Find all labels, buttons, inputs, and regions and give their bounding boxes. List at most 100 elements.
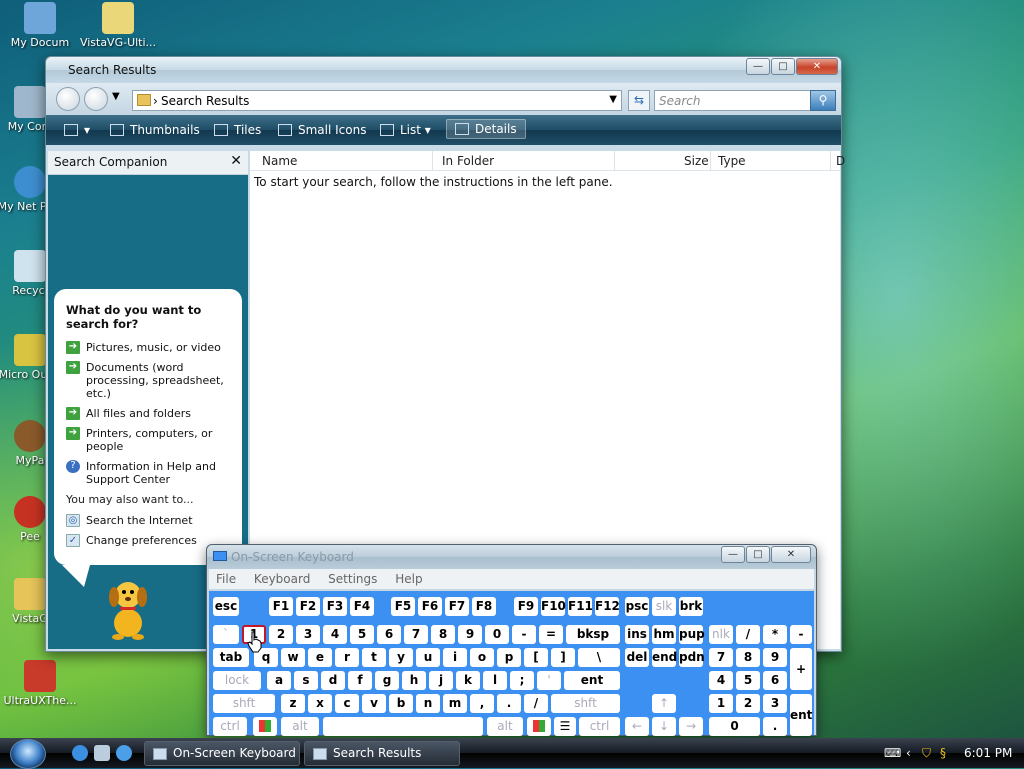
minimize-button[interactable]: — <box>746 58 770 75</box>
key[interactable]: n <box>416 694 440 713</box>
key[interactable]: v <box>362 694 386 713</box>
option-change-preferences[interactable]: ✓ Change preferences <box>66 534 230 547</box>
menu-file[interactable]: File <box>216 572 236 586</box>
key[interactable]: . <box>763 717 787 736</box>
taskbar-button-on-screen-keyboard[interactable]: On-Screen Keyboard <box>144 741 300 766</box>
key[interactable]: o <box>470 648 494 667</box>
windows-key[interactable] <box>527 717 551 736</box>
title-bar[interactable]: Search Results — □ ✕ <box>46 57 841 83</box>
osk-close-button[interactable]: ✕ <box>771 546 811 563</box>
search-input[interactable]: Search <box>654 90 836 111</box>
column-size[interactable]: Size <box>684 154 709 168</box>
key[interactable]: ent <box>564 671 620 690</box>
address-field[interactable]: › Search Results ▼ <box>132 90 622 111</box>
key[interactable]: / <box>736 625 760 644</box>
key[interactable]: z <box>281 694 305 713</box>
key[interactable]: ctrl <box>213 717 247 736</box>
key[interactable]: i <box>443 648 467 667</box>
key[interactable]: p <box>497 648 521 667</box>
menu-keyboard[interactable]: Keyboard <box>254 572 310 586</box>
close-button[interactable]: ✕ <box>796 58 838 75</box>
key[interactable]: pdn <box>679 648 705 667</box>
key[interactable]: F12 <box>595 597 620 616</box>
key[interactable]: tab <box>213 648 249 667</box>
history-dropdown-icon[interactable]: ▼ <box>112 91 120 102</box>
search-icon[interactable]: ⚲ <box>810 90 836 111</box>
key[interactable]: - <box>512 625 536 644</box>
key[interactable]: F5 <box>391 597 415 616</box>
column-date[interactable]: D <box>836 154 845 168</box>
key[interactable]: ` <box>213 625 239 644</box>
osk-minimize-button[interactable]: — <box>721 546 745 563</box>
key[interactable]: 8 <box>736 648 760 667</box>
key[interactable]: ctrl <box>579 717 620 736</box>
key[interactable]: * <box>763 625 787 644</box>
key[interactable]: , <box>470 694 494 713</box>
key[interactable]: del <box>625 648 649 667</box>
desktop-icon-ultraux[interactable]: UltraUXThe... <box>0 660 80 708</box>
option-help[interactable]: ? Information in Help and Support Center <box>66 460 230 486</box>
key[interactable]: 1 <box>709 694 733 713</box>
refresh-icon[interactable]: ⇆ <box>628 90 650 111</box>
key[interactable]: + <box>790 648 812 690</box>
key[interactable]: ' <box>537 671 561 690</box>
clock[interactable]: 6:01 PM <box>964 746 1012 760</box>
key[interactable]: 0 <box>485 625 509 644</box>
address-dropdown-icon[interactable]: ▼ <box>609 94 617 105</box>
key[interactable]: b <box>389 694 413 713</box>
desktop-icon-vistavg[interactable]: VistaVG-Ulti... <box>78 2 158 50</box>
forward-button[interactable] <box>84 87 108 111</box>
option-all-files[interactable]: ➔ All files and folders <box>66 407 230 420</box>
key[interactable]: [ <box>524 648 548 667</box>
key[interactable]: ; <box>510 671 534 690</box>
key[interactable]: 6 <box>763 671 787 690</box>
key[interactable]: 5 <box>736 671 760 690</box>
option-printers[interactable]: ➔ Printers, computers, or people <box>66 427 230 453</box>
key[interactable]: k <box>456 671 480 690</box>
column-name[interactable]: Name <box>262 154 297 168</box>
menu-settings[interactable]: Settings <box>328 572 377 586</box>
osk-maximize-button[interactable]: □ <box>746 546 770 563</box>
key[interactable]: lock <box>213 671 261 690</box>
key[interactable]: slk <box>652 597 676 616</box>
key[interactable]: 0 <box>709 717 760 736</box>
key[interactable]: 7 <box>709 648 733 667</box>
tiles-button[interactable]: Tiles <box>214 123 261 137</box>
language-icon[interactable]: ⌨ <box>884 746 901 760</box>
key[interactable]: 8 <box>431 625 455 644</box>
list-button[interactable]: List ▾ <box>380 123 431 137</box>
key[interactable]: F10 <box>541 597 566 616</box>
key[interactable]: l <box>483 671 507 690</box>
key[interactable]: ins <box>625 625 649 644</box>
media-player-icon[interactable] <box>116 745 132 761</box>
option-documents[interactable]: ➔ Documents (word processing, spreadsheet… <box>66 361 230 400</box>
key[interactable]: 5 <box>350 625 374 644</box>
arrow-left-key[interactable]: ← <box>625 717 649 736</box>
key[interactable]: F3 <box>323 597 347 616</box>
key[interactable]: nlk <box>709 625 733 644</box>
key[interactable]: F9 <box>514 597 538 616</box>
close-pane-icon[interactable]: ✕ <box>230 153 242 169</box>
key[interactable]: m <box>443 694 467 713</box>
context-menu-key[interactable]: ☰ <box>554 717 576 736</box>
option-search-internet[interactable]: ◎ Search the Internet <box>66 514 230 527</box>
key[interactable]: shft <box>551 694 620 713</box>
arrow-up-key[interactable]: ↑ <box>652 694 676 713</box>
key[interactable]: 6 <box>377 625 401 644</box>
key[interactable]: f <box>348 671 372 690</box>
key[interactable]: \ <box>578 648 620 667</box>
key[interactable]: x <box>308 694 332 713</box>
key[interactable]: 4 <box>323 625 347 644</box>
arrow-right-key[interactable]: → <box>679 717 703 736</box>
key[interactable]: 9 <box>763 648 787 667</box>
key[interactable]: r <box>335 648 359 667</box>
key[interactable]: g <box>375 671 399 690</box>
details-button[interactable]: Details <box>446 119 526 139</box>
key[interactable]: 3 <box>296 625 320 644</box>
key[interactable]: - <box>790 625 812 644</box>
search-dog-icon[interactable] <box>102 575 154 641</box>
chevron-left-icon[interactable]: ‹ <box>906 746 911 760</box>
key[interactable]: F11 <box>568 597 593 616</box>
key[interactable]: . <box>497 694 521 713</box>
key[interactable]: F4 <box>350 597 374 616</box>
